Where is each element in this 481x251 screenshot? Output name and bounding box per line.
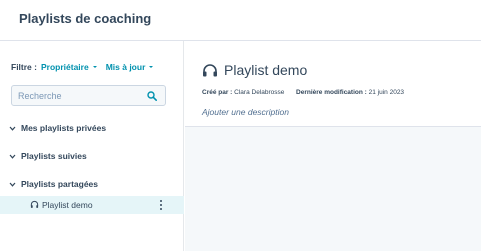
section-followed-playlists[interactable]: Playlists suivies (9, 151, 87, 161)
section-private-label: Mes playlists privées (21, 123, 107, 133)
caret-down-icon (149, 66, 154, 68)
add-description-link[interactable]: Ajouter une description (202, 107, 289, 117)
section-shared-label: Playlists partagées (21, 179, 99, 189)
page-title: Playlists de coaching (19, 11, 152, 26)
section-private-playlists[interactable]: Mes playlists privées (9, 123, 106, 133)
search-input[interactable] (18, 86, 143, 105)
created-by-label: Créé par : (202, 89, 233, 96)
more-options-icon[interactable] (158, 199, 164, 211)
chevron-down-icon (9, 182, 16, 187)
sidebar: Filtre : Propriétaire Mis à jour Mes pla… (0, 41, 184, 251)
playlist-item-demo[interactable]: Playlist demo (0, 196, 184, 214)
filter-label: Filtre : (11, 62, 37, 72)
playlist-header-card: Playlist demo Créé par : Clara Delabross… (185, 41, 481, 127)
section-shared-playlists[interactable]: Playlists partagées (9, 179, 98, 189)
last-modified-label: Dernière modification : (296, 89, 367, 96)
owner-filter-dropdown[interactable]: Propriétaire (41, 62, 97, 72)
updated-filter-dropdown[interactable]: Mis à jour (106, 62, 154, 72)
search-icon[interactable] (147, 91, 157, 101)
section-followed-label: Playlists suivies (21, 151, 87, 161)
search-box (11, 85, 166, 106)
caret-down-icon (92, 66, 97, 68)
playlist-title-row: Playlist demo (202, 62, 307, 78)
filter-bar: Filtre : Propriétaire Mis à jour (11, 62, 162, 72)
headphones-icon (30, 200, 39, 208)
last-modified-value: 21 juin 2023 (368, 89, 405, 96)
created-by-value: Clara Delabrosse (234, 89, 285, 96)
playlist-title: Playlist demo (224, 62, 308, 78)
playlist-meta: Créé par : Clara Delabrosse Dernière mod… (202, 89, 404, 96)
page-header: Playlists de coaching (0, 0, 481, 41)
playlist-detail-panel: Playlist demo Créé par : Clara Delabross… (185, 41, 481, 251)
updated-filter-label: Mis à jour (105, 62, 146, 72)
playlist-item-label: Playlist demo (42, 200, 93, 210)
owner-filter-label: Propriétaire (40, 62, 89, 72)
headphones-icon (203, 63, 217, 76)
chevron-down-icon (9, 154, 16, 159)
chevron-down-icon (9, 126, 16, 131)
